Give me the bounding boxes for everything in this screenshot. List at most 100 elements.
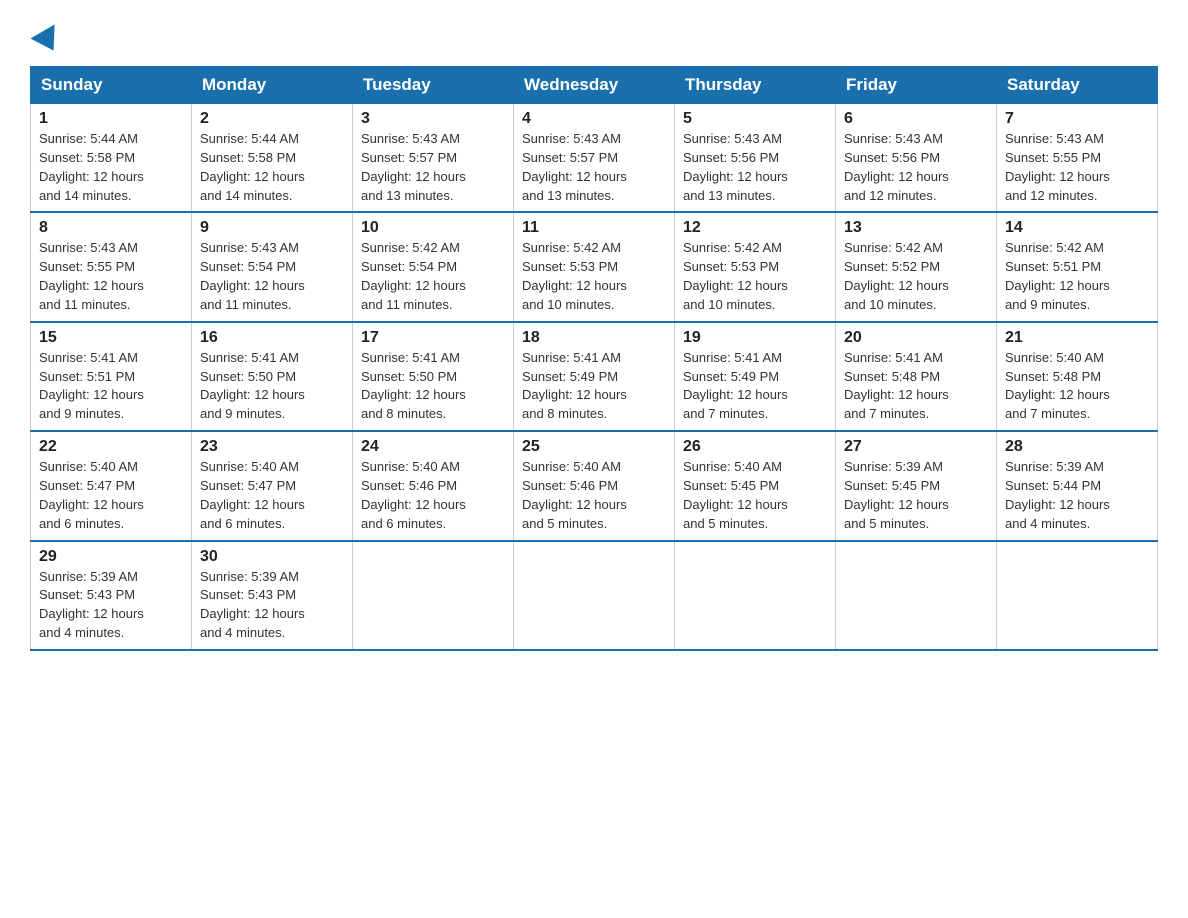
day-info: Sunrise: 5:41 AM Sunset: 5:49 PM Dayligh…	[522, 349, 666, 424]
day-info: Sunrise: 5:43 AM Sunset: 5:54 PM Dayligh…	[200, 239, 344, 314]
calendar-cell: 29 Sunrise: 5:39 AM Sunset: 5:43 PM Dayli…	[31, 541, 192, 650]
day-number: 5	[683, 110, 827, 128]
day-number: 25	[522, 438, 666, 456]
calendar-cell: 4 Sunrise: 5:43 AM Sunset: 5:57 PM Daylig…	[514, 104, 675, 213]
day-number: 10	[361, 219, 505, 237]
day-number: 1	[39, 110, 183, 128]
day-info: Sunrise: 5:41 AM Sunset: 5:50 PM Dayligh…	[361, 349, 505, 424]
day-info: Sunrise: 5:42 AM Sunset: 5:53 PM Dayligh…	[683, 239, 827, 314]
day-info: Sunrise: 5:43 AM Sunset: 5:56 PM Dayligh…	[683, 130, 827, 205]
calendar-cell: 17 Sunrise: 5:41 AM Sunset: 5:50 PM Dayli…	[353, 322, 514, 431]
day-info: Sunrise: 5:43 AM Sunset: 5:55 PM Dayligh…	[39, 239, 183, 314]
day-number: 6	[844, 110, 988, 128]
day-info: Sunrise: 5:43 AM Sunset: 5:55 PM Dayligh…	[1005, 130, 1149, 205]
day-info: Sunrise: 5:43 AM Sunset: 5:57 PM Dayligh…	[522, 130, 666, 205]
day-info: Sunrise: 5:39 AM Sunset: 5:45 PM Dayligh…	[844, 458, 988, 533]
day-info: Sunrise: 5:39 AM Sunset: 5:44 PM Dayligh…	[1005, 458, 1149, 533]
calendar-cell: 6 Sunrise: 5:43 AM Sunset: 5:56 PM Daylig…	[836, 104, 997, 213]
day-number: 30	[200, 548, 344, 566]
calendar-cell: 3Sunrise: 5:43 AM Sunset: 5:57 PM Daylig…	[353, 104, 514, 213]
header-area	[30, 20, 1158, 52]
day-number: 29	[39, 548, 183, 566]
calendar-cell: 25Sunrise: 5:40 AM Sunset: 5:46 PM Dayli…	[514, 431, 675, 540]
day-number: 24	[361, 438, 505, 456]
calendar-cell: 11 Sunrise: 5:42 AM Sunset: 5:53 PM Dayli…	[514, 212, 675, 321]
day-number: 17	[361, 329, 505, 347]
calendar-cell: 1 Sunrise: 5:44 AM Sunset: 5:58 PM Daylig…	[31, 104, 192, 213]
day-info: Sunrise: 5:39 AM Sunset: 5:43 PM Dayligh…	[39, 568, 183, 643]
calendar-cell: 27 Sunrise: 5:39 AM Sunset: 5:45 PM Dayli…	[836, 431, 997, 540]
calendar-table: SundayMondayTuesdayWednesdayThursdayFrid…	[30, 66, 1158, 651]
day-number: 18	[522, 329, 666, 347]
day-number: 14	[1005, 219, 1149, 237]
day-number: 15	[39, 329, 183, 347]
logo-triangle-icon	[30, 24, 65, 57]
weekday-header-friday: Friday	[836, 67, 997, 104]
day-info: Sunrise: 5:42 AM Sunset: 5:52 PM Dayligh…	[844, 239, 988, 314]
day-number: 4	[522, 110, 666, 128]
calendar-cell: 15 Sunrise: 5:41 AM Sunset: 5:51 PM Dayli…	[31, 322, 192, 431]
day-number: 27	[844, 438, 988, 456]
day-info: Sunrise: 5:43 AM Sunset: 5:57 PM Dayligh…	[361, 130, 505, 205]
calendar-cell: 5 Sunrise: 5:43 AM Sunset: 5:56 PM Daylig…	[675, 104, 836, 213]
day-info: Sunrise: 5:40 AM Sunset: 5:47 PM Dayligh…	[39, 458, 183, 533]
calendar-cell: 26 Sunrise: 5:40 AM Sunset: 5:45 PM Dayli…	[675, 431, 836, 540]
calendar-cell: 21Sunrise: 5:40 AM Sunset: 5:48 PM Dayli…	[997, 322, 1158, 431]
day-number: 28	[1005, 438, 1149, 456]
day-number: 11	[522, 219, 666, 237]
day-info: Sunrise: 5:40 AM Sunset: 5:45 PM Dayligh…	[683, 458, 827, 533]
day-number: 13	[844, 219, 988, 237]
weekday-header-row: SundayMondayTuesdayWednesdayThursdayFrid…	[31, 67, 1158, 104]
day-number: 19	[683, 329, 827, 347]
day-info: Sunrise: 5:40 AM Sunset: 5:48 PM Dayligh…	[1005, 349, 1149, 424]
day-number: 22	[39, 438, 183, 456]
calendar-cell: 12 Sunrise: 5:42 AM Sunset: 5:53 PM Dayli…	[675, 212, 836, 321]
calendar-cell: 28 Sunrise: 5:39 AM Sunset: 5:44 PM Dayli…	[997, 431, 1158, 540]
day-info: Sunrise: 5:40 AM Sunset: 5:46 PM Dayligh…	[361, 458, 505, 533]
weekday-header-saturday: Saturday	[997, 67, 1158, 104]
day-number: 12	[683, 219, 827, 237]
weekday-header-monday: Monday	[192, 67, 353, 104]
calendar-cell: 8Sunrise: 5:43 AM Sunset: 5:55 PM Daylig…	[31, 212, 192, 321]
calendar-cell: 7 Sunrise: 5:43 AM Sunset: 5:55 PM Daylig…	[997, 104, 1158, 213]
calendar-cell: 10 Sunrise: 5:42 AM Sunset: 5:54 PM Dayli…	[353, 212, 514, 321]
calendar-cell: 13 Sunrise: 5:42 AM Sunset: 5:52 PM Dayli…	[836, 212, 997, 321]
calendar-cell: 2Sunrise: 5:44 AM Sunset: 5:58 PM Daylig…	[192, 104, 353, 213]
calendar-week-row: 8Sunrise: 5:43 AM Sunset: 5:55 PM Daylig…	[31, 212, 1158, 321]
day-info: Sunrise: 5:42 AM Sunset: 5:53 PM Dayligh…	[522, 239, 666, 314]
day-info: Sunrise: 5:41 AM Sunset: 5:50 PM Dayligh…	[200, 349, 344, 424]
calendar-week-row: 1 Sunrise: 5:44 AM Sunset: 5:58 PM Daylig…	[31, 104, 1158, 213]
calendar-cell: 18 Sunrise: 5:41 AM Sunset: 5:49 PM Dayli…	[514, 322, 675, 431]
calendar-cell: 24 Sunrise: 5:40 AM Sunset: 5:46 PM Dayli…	[353, 431, 514, 540]
logo-blue-text	[30, 30, 62, 52]
calendar-cell: 22 Sunrise: 5:40 AM Sunset: 5:47 PM Dayli…	[31, 431, 192, 540]
day-info: Sunrise: 5:44 AM Sunset: 5:58 PM Dayligh…	[39, 130, 183, 205]
calendar-cell: 9 Sunrise: 5:43 AM Sunset: 5:54 PM Daylig…	[192, 212, 353, 321]
weekday-header-thursday: Thursday	[675, 67, 836, 104]
day-number: 2	[200, 110, 344, 128]
weekday-header-wednesday: Wednesday	[514, 67, 675, 104]
calendar-cell	[514, 541, 675, 650]
day-info: Sunrise: 5:42 AM Sunset: 5:54 PM Dayligh…	[361, 239, 505, 314]
day-number: 23	[200, 438, 344, 456]
weekday-header-tuesday: Tuesday	[353, 67, 514, 104]
calendar-cell	[836, 541, 997, 650]
weekday-header-sunday: Sunday	[31, 67, 192, 104]
calendar-cell: 30 Sunrise: 5:39 AM Sunset: 5:43 PM Dayli…	[192, 541, 353, 650]
day-info: Sunrise: 5:43 AM Sunset: 5:56 PM Dayligh…	[844, 130, 988, 205]
day-number: 26	[683, 438, 827, 456]
calendar-cell: 14 Sunrise: 5:42 AM Sunset: 5:51 PM Dayli…	[997, 212, 1158, 321]
day-info: Sunrise: 5:41 AM Sunset: 5:48 PM Dayligh…	[844, 349, 988, 424]
calendar-week-row: 22 Sunrise: 5:40 AM Sunset: 5:47 PM Dayli…	[31, 431, 1158, 540]
calendar-cell: 16 Sunrise: 5:41 AM Sunset: 5:50 PM Dayli…	[192, 322, 353, 431]
day-info: Sunrise: 5:42 AM Sunset: 5:51 PM Dayligh…	[1005, 239, 1149, 314]
day-info: Sunrise: 5:40 AM Sunset: 5:47 PM Dayligh…	[200, 458, 344, 533]
logo	[30, 30, 62, 52]
day-info: Sunrise: 5:41 AM Sunset: 5:51 PM Dayligh…	[39, 349, 183, 424]
calendar-cell: 19Sunrise: 5:41 AM Sunset: 5:49 PM Dayli…	[675, 322, 836, 431]
calendar-cell	[675, 541, 836, 650]
day-number: 9	[200, 219, 344, 237]
day-number: 16	[200, 329, 344, 347]
day-info: Sunrise: 5:39 AM Sunset: 5:43 PM Dayligh…	[200, 568, 344, 643]
day-number: 7	[1005, 110, 1149, 128]
